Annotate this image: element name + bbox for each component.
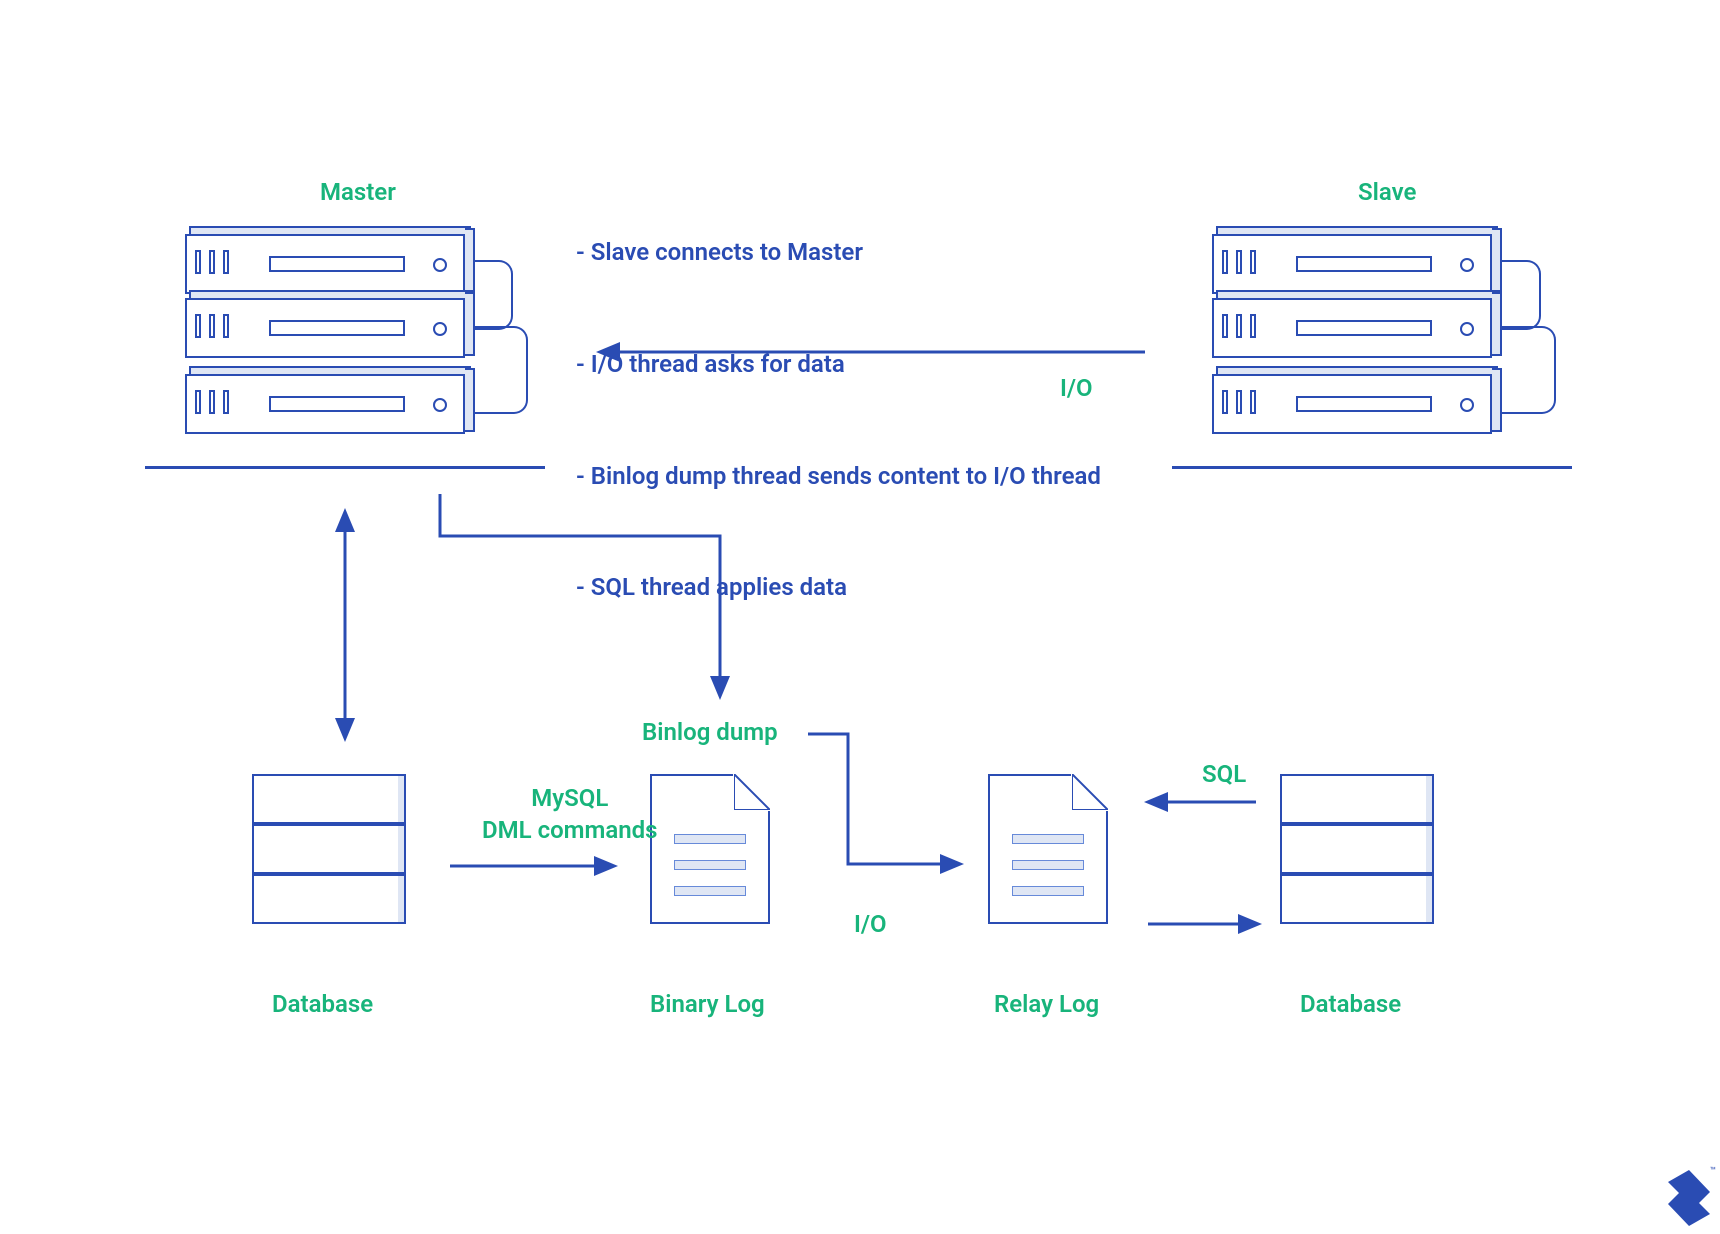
slave-cable-1: [1501, 260, 1541, 330]
brand-logo-icon: ™: [1664, 1168, 1714, 1228]
master-database-icon: [252, 774, 400, 924]
slave-cable-2: [1501, 326, 1556, 414]
io-label-top: I/O: [1060, 374, 1093, 402]
master-title: Master: [320, 178, 396, 206]
bullet-2: - I/O thread asks for data: [576, 346, 1101, 383]
bullet-1: - Slave connects to Master: [576, 234, 1101, 271]
bullet-4: - SQL thread applies data: [576, 569, 1101, 606]
io-label-bottom: I/O: [854, 910, 887, 938]
relay-log-caption: Relay Log: [994, 990, 1099, 1018]
sql-label: SQL: [1202, 760, 1246, 788]
relay-log-icon: [988, 774, 1108, 924]
master-cable-2: [473, 326, 528, 414]
master-baseline: [145, 466, 545, 469]
slave-server-icon: [1212, 234, 1512, 434]
bullet-3: - Binlog dump thread sends content to I/…: [576, 458, 1101, 495]
binary-log-caption: Binary Log: [650, 990, 765, 1018]
database-left-caption: Database: [272, 990, 373, 1018]
slave-title: Slave: [1358, 178, 1416, 206]
database-right-caption: Database: [1300, 990, 1401, 1018]
master-cable-1: [473, 260, 513, 330]
mysql-dml-label: MySQLDML commands: [482, 782, 658, 847]
binary-log-icon: [650, 774, 770, 924]
trademark-symbol: ™: [1710, 1166, 1716, 1177]
master-server-icon: [185, 234, 485, 434]
slave-database-icon: [1280, 774, 1428, 924]
binlog-dump-label: Binlog dump: [642, 718, 778, 746]
slave-baseline: [1172, 466, 1572, 469]
process-bullets: - Slave connects to Master - I/O thread …: [576, 160, 1101, 681]
